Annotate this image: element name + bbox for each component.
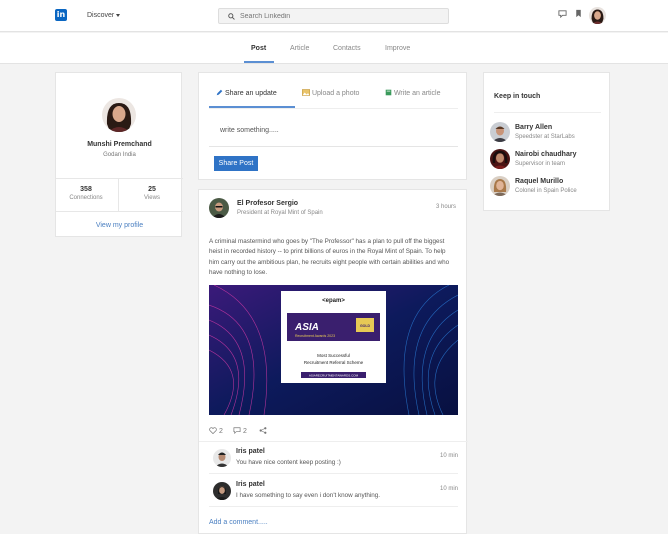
comment-count: 2 xyxy=(242,428,247,435)
share-post-button[interactable]: Share Post xyxy=(214,156,258,171)
keep-in-touch-card: Keep in touch Barry Allen Speedster at S… xyxy=(483,72,610,211)
tab-post[interactable]: Post xyxy=(251,45,266,52)
media-footer-text: ASIARECRUITMENTAWARDS.COM xyxy=(309,374,359,378)
like-button[interactable]: 2 xyxy=(209,427,223,435)
contact-name[interactable]: Nairobi chaudhary xyxy=(515,151,576,158)
post-author-role: President at Royal Mint of Spain xyxy=(237,210,323,216)
profile-divider xyxy=(56,211,183,212)
contact-item[interactable]: Raquel Murillo Colonel in Spain Police xyxy=(490,176,607,198)
tab-write-article[interactable]: Write an article xyxy=(385,89,441,97)
commenter-avatar[interactable] xyxy=(213,482,231,500)
post-author-name[interactable]: El Profesor Sergio xyxy=(237,200,298,207)
tab-upload-photo[interactable]: Upload a photo xyxy=(302,89,359,97)
discover-label: Discover xyxy=(87,12,115,19)
search-icon xyxy=(228,13,235,20)
feed-post: El Profesor Sergio President at Royal Mi… xyxy=(198,189,468,534)
comment-text: You have nice content keep posting :) xyxy=(236,459,341,466)
comment-item: Iris patel I have something to say even … xyxy=(209,477,458,507)
media-award-title: ASIA xyxy=(294,322,319,333)
view-profile-link[interactable]: View my profile xyxy=(56,222,183,229)
tab-article[interactable]: Article xyxy=(290,45,309,52)
keep-in-touch-divider xyxy=(494,112,601,113)
upload-photo-label: Upload a photo xyxy=(311,90,360,97)
views-count: 25 xyxy=(148,186,156,193)
contact-name[interactable]: Barry Allen xyxy=(515,124,552,131)
comment-time: 10 min xyxy=(439,453,458,459)
profile-name[interactable]: Munshi Premchand xyxy=(56,141,183,148)
caret-down-icon xyxy=(116,13,121,17)
post-image-graphic: <epam> ASIA Recruitment Awards 2023 GOLD… xyxy=(209,285,458,415)
post-placeholder: write something..... xyxy=(220,127,279,134)
contact-item[interactable]: Nairobi chaudhary Supervisor in team xyxy=(490,149,607,171)
contact-avatar[interactable] xyxy=(490,149,510,169)
search-input[interactable] xyxy=(240,10,440,22)
book-icon xyxy=(385,89,392,96)
profile-divider xyxy=(56,178,183,179)
contact-name[interactable]: Raquel Murillo xyxy=(515,178,563,185)
commenter-avatar[interactable] xyxy=(213,449,231,467)
post-image[interactable]: <epam> ASIA Recruitment Awards 2023 GOLD… xyxy=(209,285,458,415)
tab-share-update[interactable]: Share an update xyxy=(216,89,277,97)
connections-count: 358 xyxy=(80,186,92,193)
keep-in-touch-title: Keep in touch xyxy=(494,93,541,100)
content-tabs-bar: Post Article Contacts Improve xyxy=(0,33,668,64)
post-body-text: A criminal mastermind who goes by "The P… xyxy=(209,238,450,277)
contact-role: Colonel in Spain Police xyxy=(515,188,577,194)
media-caption-line1: Most Successful xyxy=(317,353,350,358)
active-composer-tab-indicator xyxy=(209,106,295,108)
top-navigation-bar: in Discover xyxy=(0,0,668,32)
bookmark-icon[interactable] xyxy=(574,9,583,18)
contact-avatar[interactable] xyxy=(490,176,510,196)
post-text-field[interactable]: write something..... xyxy=(209,121,458,147)
views-label: Views xyxy=(144,195,160,201)
composer-tabs-divider xyxy=(209,108,458,109)
pencil-icon xyxy=(216,89,223,96)
photo-icon xyxy=(302,89,310,96)
media-award-subtitle: Recruitment Awards 2023 xyxy=(295,334,335,338)
share-button[interactable] xyxy=(259,427,267,435)
profile-card: Munshi Premchand Godan India 358 Connect… xyxy=(55,72,183,237)
active-tab-indicator xyxy=(244,61,274,63)
contact-role: Speedster at StarLabs xyxy=(515,134,575,140)
contact-avatar[interactable] xyxy=(490,122,510,142)
share-update-label: Share an update xyxy=(224,90,277,97)
commenter-name[interactable]: Iris patel xyxy=(236,448,265,455)
heart-icon xyxy=(209,427,217,435)
connections-stat[interactable]: 358 Connections xyxy=(56,186,116,201)
comment-time: 10 min xyxy=(439,486,458,492)
tab-contacts[interactable]: Contacts xyxy=(333,45,361,52)
tab-improve[interactable]: Improve xyxy=(385,45,410,52)
comment-button[interactable]: 2 xyxy=(233,427,247,435)
discover-dropdown[interactable]: Discover xyxy=(87,12,121,19)
message-icon[interactable] xyxy=(558,9,567,18)
commenter-name[interactable]: Iris patel xyxy=(236,481,265,488)
add-comment-link[interactable]: Add a comment..... xyxy=(209,519,268,526)
contact-role: Supervisor in team xyxy=(515,161,566,167)
media-badge-text: GOLD xyxy=(360,324,371,328)
stats-divider xyxy=(118,179,119,211)
media-caption-line2: Recruitment Referral Scheme xyxy=(304,360,364,365)
profile-location: Godan India xyxy=(103,152,136,158)
write-article-label: Write an article xyxy=(393,90,441,97)
profile-avatar[interactable] xyxy=(102,98,136,132)
share-icon xyxy=(259,427,267,434)
post-composer: Share an update Upload a photo Write an … xyxy=(198,72,467,180)
comment-text: I have something to say even i don't kno… xyxy=(236,492,381,499)
views-stat[interactable]: 25 Views xyxy=(122,186,182,201)
post-author-avatar[interactable] xyxy=(209,198,229,218)
like-count: 2 xyxy=(218,428,223,435)
contact-item[interactable]: Barry Allen Speedster at StarLabs xyxy=(490,122,607,144)
search-box xyxy=(218,8,449,24)
post-divider xyxy=(199,441,468,442)
comment-icon xyxy=(233,427,241,435)
user-avatar[interactable] xyxy=(589,7,606,24)
comment-item: Iris patel You have nice content keep po… xyxy=(209,444,458,474)
linkedin-logo[interactable]: in xyxy=(55,9,67,21)
post-timestamp: 3 hours xyxy=(435,204,456,210)
connections-label: Connections xyxy=(69,195,103,201)
media-brand-text: <epam> xyxy=(322,298,345,304)
